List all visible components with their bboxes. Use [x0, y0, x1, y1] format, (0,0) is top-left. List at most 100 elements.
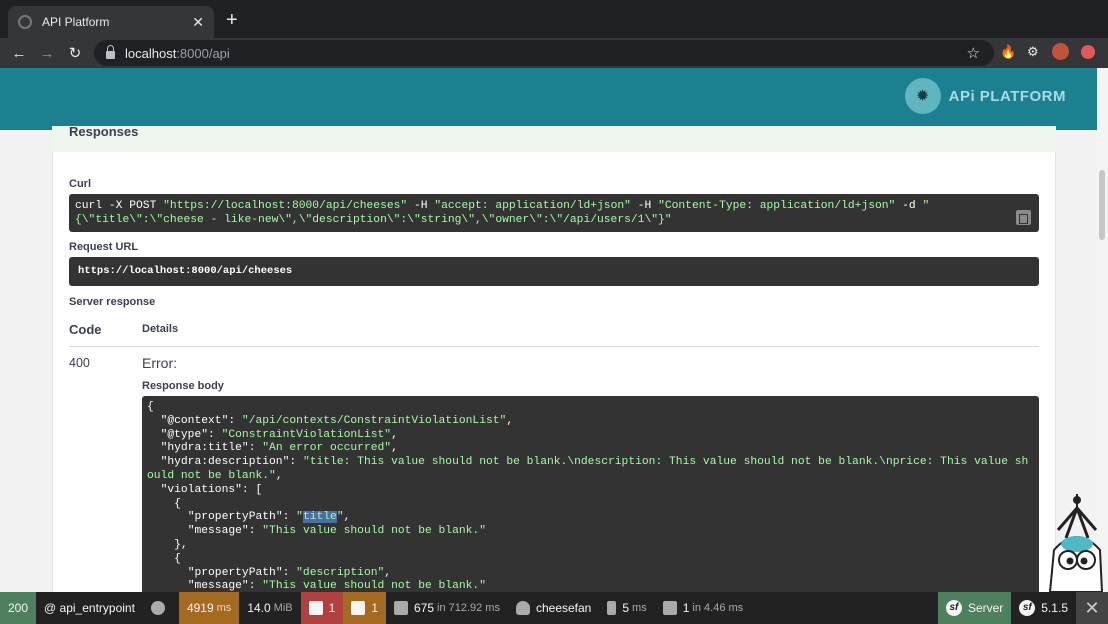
cache-item[interactable]: 675 in 712.92 ms — [386, 592, 508, 624]
json-line: }, — [147, 538, 188, 551]
db-queries: 1 — [682, 601, 690, 615]
json-value: " — [296, 511, 303, 524]
curl-command[interactable]: curl -X POST "https://localhost:8000/api… — [69, 194, 1039, 232]
logo-text: APi PLATFORM — [948, 87, 1066, 105]
json-value: "An error occurred" — [262, 442, 392, 455]
scrollbar-thumb[interactable] — [1099, 170, 1105, 240]
json-value: "This value should not be blank." — [262, 525, 486, 538]
forward-icon[interactable]: → — [33, 45, 61, 62]
requests-item[interactable]: 1 — [300, 592, 344, 624]
curl-text: -H — [630, 200, 659, 212]
lock-icon[interactable] — [106, 45, 115, 59]
new-tab-button[interactable]: + — [226, 10, 238, 30]
json-key: "message": — [147, 525, 263, 538]
responses-header: Responses — [52, 124, 1056, 152]
profile-avatar-icon[interactable] — [1052, 43, 1069, 60]
copy-to-clipboard-icon[interactable] — [1016, 210, 1031, 225]
json-line: "violations": [ — [147, 483, 263, 496]
response-status-code: 400 — [69, 356, 90, 370]
server-label: Server — [967, 601, 1004, 615]
curl-url: "https://localhost:8000/api/cheeses" — [163, 200, 408, 212]
bookmark-star-icon[interactable]: ☆ — [967, 44, 980, 62]
browser-tab-bar: API Platform ✕ + — [0, 0, 1108, 38]
json-value: "This value should not be blank." — [262, 580, 486, 592]
request-url[interactable]: https://localhost:8000/api/cheeses — [69, 257, 1039, 286]
server-item[interactable]: sf Server — [937, 592, 1012, 624]
json-key: "propertyPath": — [147, 511, 297, 524]
request-url-label: Request URL — [69, 241, 139, 253]
back-icon[interactable]: ← — [5, 45, 33, 62]
api-platform-item[interactable] — [143, 592, 179, 624]
request-icon — [308, 601, 323, 615]
symfony-debug-toolbar: 200 @ api_entrypoint 4919 ms 14.0 MiB 1 1 … — [0, 592, 1108, 624]
json-value: "description" — [296, 566, 385, 579]
memory-item[interactable]: 14.0 MiB — [239, 592, 300, 624]
tab-close-icon[interactable]: ✕ — [192, 14, 204, 31]
column-details: Details — [142, 323, 179, 335]
curl-content-type-header: "Content-Type: application/ld+json" — [658, 200, 896, 212]
database-item[interactable]: 1 in 4.46 ms — [655, 592, 751, 624]
memory-value: 14.0 — [247, 601, 271, 615]
time-value: 4919 — [186, 601, 214, 615]
db-unit: ms — [728, 602, 744, 614]
json-value: "ConstraintViolationList" — [221, 428, 392, 441]
json-value: " — [336, 511, 344, 524]
api-platform-logo[interactable]: ✹ APi PLATFORM — [904, 78, 1066, 114]
twig-icon — [607, 601, 617, 615]
extensions-puzzle-icon[interactable]: ⚙ — [1027, 44, 1039, 60]
db-time: in 4.46 — [692, 602, 726, 614]
time-unit: ms — [216, 602, 232, 614]
browser-tab[interactable]: API Platform ✕ — [8, 6, 214, 38]
status-code-badge[interactable]: 200 — [0, 592, 37, 624]
flame-extension-icon[interactable]: 🔥 — [1000, 44, 1016, 60]
json-line: { — [147, 552, 181, 565]
json-value: "/api/contexts/ConstraintViolationList" — [241, 414, 507, 427]
error-title: Error: — [142, 355, 177, 371]
cache-count: 675 — [414, 601, 435, 615]
logs-item[interactable]: 1 — [343, 592, 386, 624]
time-item[interactable]: 4919 ms — [178, 592, 240, 624]
json-key: "hydra:description": — [147, 456, 303, 469]
response-body[interactable]: { "@context": "/api/contexts/ConstraintV… — [142, 396, 1039, 592]
curl-label: Curl — [69, 178, 91, 190]
close-toolbar-icon[interactable]: ✕ — [1076, 592, 1108, 624]
column-code: Code — [69, 322, 102, 337]
symfony-version: 5.1.5 — [1041, 601, 1068, 615]
route-item[interactable]: @ api_entrypoint — [36, 592, 143, 624]
twig-item[interactable]: 5 ms — [599, 592, 654, 624]
extension-record-icon[interactable] — [1081, 45, 1095, 59]
json-key: "hydra:title": — [147, 442, 263, 455]
spider-mascot-icon — [1048, 494, 1104, 592]
json-line: { — [147, 401, 154, 413]
tab-title: API Platform — [42, 15, 110, 29]
user-name: cheesefan — [535, 601, 592, 615]
json-key: "message": — [147, 580, 263, 592]
address-bar[interactable]: localhost:8000/api ☆ — [94, 40, 994, 66]
user-icon — [515, 601, 530, 615]
json-key: "propertyPath": — [147, 566, 297, 579]
memory-unit: MiB — [273, 602, 293, 614]
database-icon — [662, 601, 677, 615]
errors-count: 1 — [371, 601, 378, 615]
table-divider — [69, 346, 1039, 347]
curl-text: curl -X POST — [75, 200, 164, 212]
version-item[interactable]: sf 5.1.5 — [1011, 592, 1076, 624]
status-code-text: 200 — [8, 601, 29, 615]
server-response-label: Server response — [69, 296, 156, 308]
url-host: localhost — [125, 45, 177, 61]
cache-unit: ms — [485, 602, 500, 614]
reload-icon[interactable]: ↻ — [61, 44, 89, 62]
route-text: @ api_entrypoint — [44, 601, 135, 615]
cache-time: in 712.92 — [437, 602, 483, 614]
curl-accept-header: "accept: application/ld+json" — [434, 200, 631, 212]
symfony-logo-icon: sf — [1019, 600, 1036, 616]
responses-title: Responses — [69, 124, 139, 139]
json-line: { — [147, 497, 181, 510]
symfony-logo-icon: sf — [945, 600, 962, 616]
json-key: "@context": — [147, 414, 242, 427]
exclamation-icon — [351, 601, 366, 615]
curl-text: -H — [407, 200, 435, 212]
api-platform-icon — [150, 601, 165, 615]
curl-text: -d — [895, 200, 923, 212]
user-item[interactable]: cheesefan — [508, 592, 599, 624]
